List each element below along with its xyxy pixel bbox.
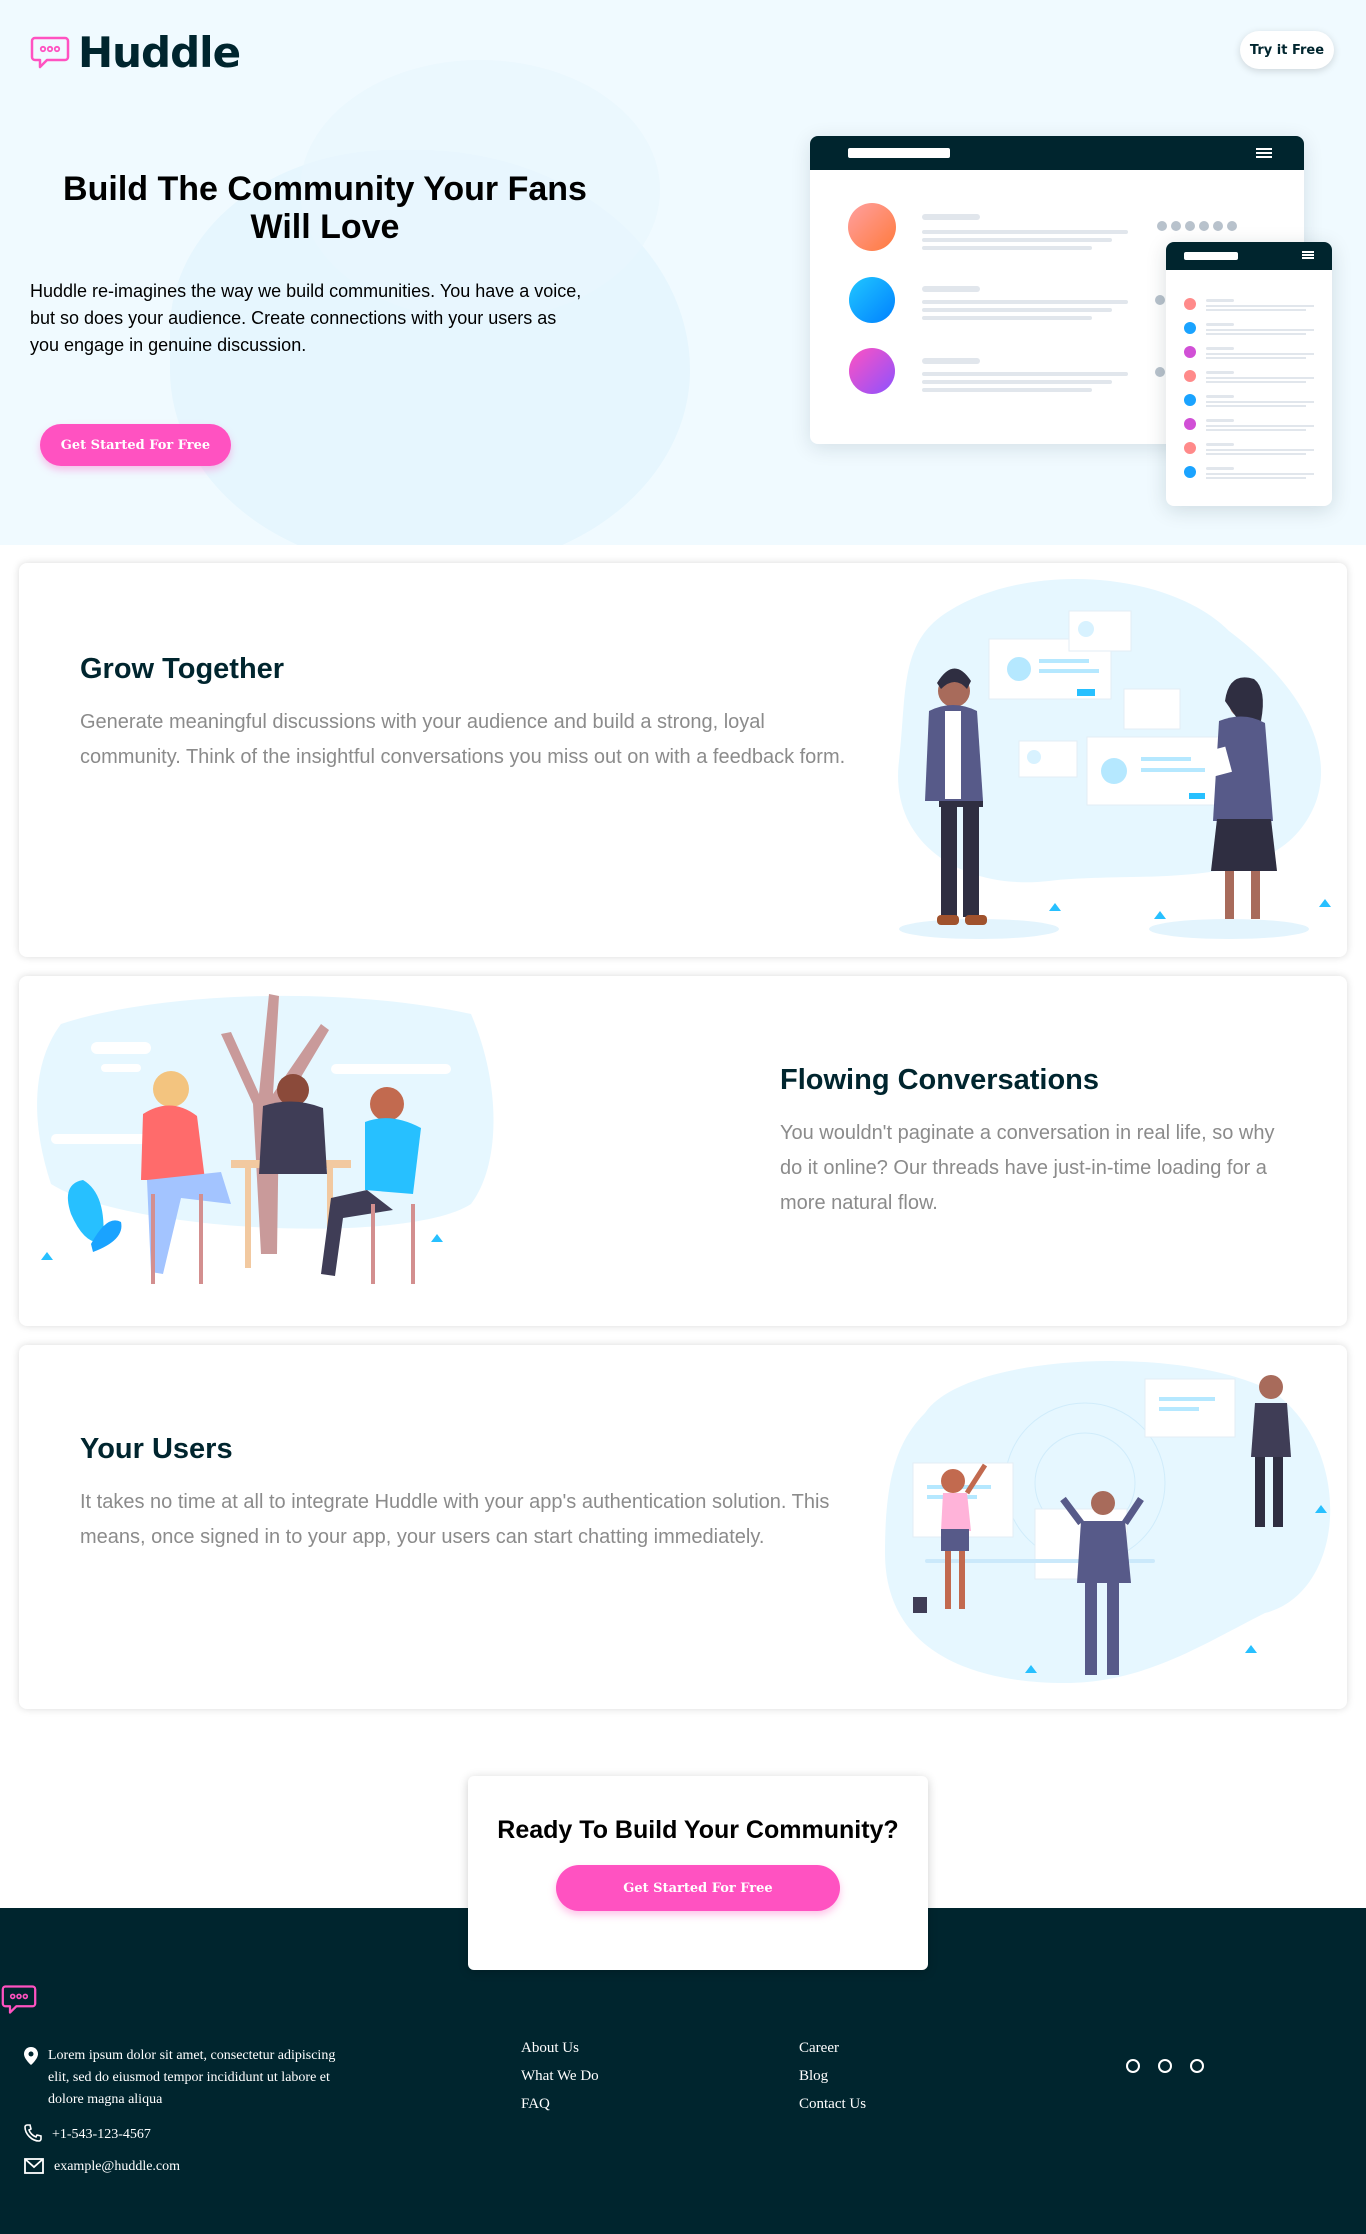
email-icon: [24, 2158, 44, 2174]
hero-section: Huddle Try it Free Build The Community Y…: [0, 0, 1366, 545]
get-started-button[interactable]: Get Started For Free: [556, 1865, 840, 1911]
mockup-title-bar: [810, 136, 1304, 170]
footer-link-contact-us[interactable]: Contact Us: [799, 2096, 866, 2113]
feature-card-grow-together: Grow Together Generate meaningful discus…: [19, 563, 1347, 957]
menu-icon: [1256, 148, 1272, 158]
feature-description: You wouldn't paginate a conversation in …: [780, 1122, 1275, 1214]
footer-logo-chat-icon[interactable]: [0, 1982, 38, 2018]
feature-title: Flowing Conversations: [780, 1064, 1100, 1096]
chat-bubble-icon: [30, 36, 70, 68]
hero-title: Build The Community Your Fans Will Love: [63, 170, 587, 246]
footer-link-career[interactable]: Career: [799, 2040, 839, 2057]
try-it-free-button[interactable]: Try it Free: [1240, 31, 1334, 69]
mockup-list: [1184, 298, 1314, 479]
phone-icon: [24, 2124, 42, 2142]
feature-description: It takes no time at all to integrate Hud…: [80, 1491, 830, 1548]
feature-card-flowing-conversations: Flowing Conversations You wouldn't pagin…: [19, 976, 1347, 1326]
cta-title: Ready To Build Your Community?: [497, 1816, 899, 1844]
address-text: Lorem ipsum dolor sit amet, consectetur …: [48, 2048, 336, 2107]
footer-address: Lorem ipsum dolor sit amet, consectetur …: [24, 2045, 354, 2111]
footer-link-faq[interactable]: FAQ: [521, 2096, 550, 2113]
email-text[interactable]: example@huddle.com: [54, 2156, 180, 2178]
grow-together-illustration: [898, 578, 1331, 939]
footer-link-about-us[interactable]: About Us: [521, 2040, 579, 2057]
cta-card: Ready To Build Your Community? Get Start…: [468, 1776, 928, 1970]
get-started-button[interactable]: Get Started For Free: [40, 424, 231, 466]
menu-icon: [1302, 251, 1314, 259]
social-circle-icon[interactable]: [1190, 2059, 1204, 2073]
phone-text: +1-543-123-4567: [52, 2127, 151, 2142]
footer-link-blog[interactable]: Blog: [799, 2068, 828, 2085]
feature-description: Generate meaningful discussions with you…: [80, 711, 846, 768]
mobile-mockup-illustration: [1166, 242, 1332, 506]
feature-title: Your Users: [80, 1433, 233, 1465]
brand-name: Huddle: [78, 28, 241, 77]
footer-phone: +1-543-123-4567: [24, 2124, 151, 2146]
logo[interactable]: Huddle: [30, 28, 241, 77]
footer-email: example@huddle.com: [24, 2156, 180, 2178]
feature-title: Grow Together: [80, 653, 285, 685]
footer-link-what-we-do[interactable]: What We Do: [521, 2068, 599, 2085]
feature-card-your-users: Your Users It takes no time at all to in…: [19, 1345, 1347, 1709]
your-users-illustration: [885, 1360, 1331, 1683]
flowing-conversations-illustration: [37, 994, 494, 1284]
social-circle-icon[interactable]: [1158, 2059, 1172, 2073]
social-circle-icon[interactable]: [1126, 2059, 1140, 2073]
hero-description: Huddle re-imagines the way we build comm…: [30, 281, 582, 355]
mockup-title-bar: [1166, 242, 1332, 270]
location-pin-icon: [24, 2047, 38, 2065]
